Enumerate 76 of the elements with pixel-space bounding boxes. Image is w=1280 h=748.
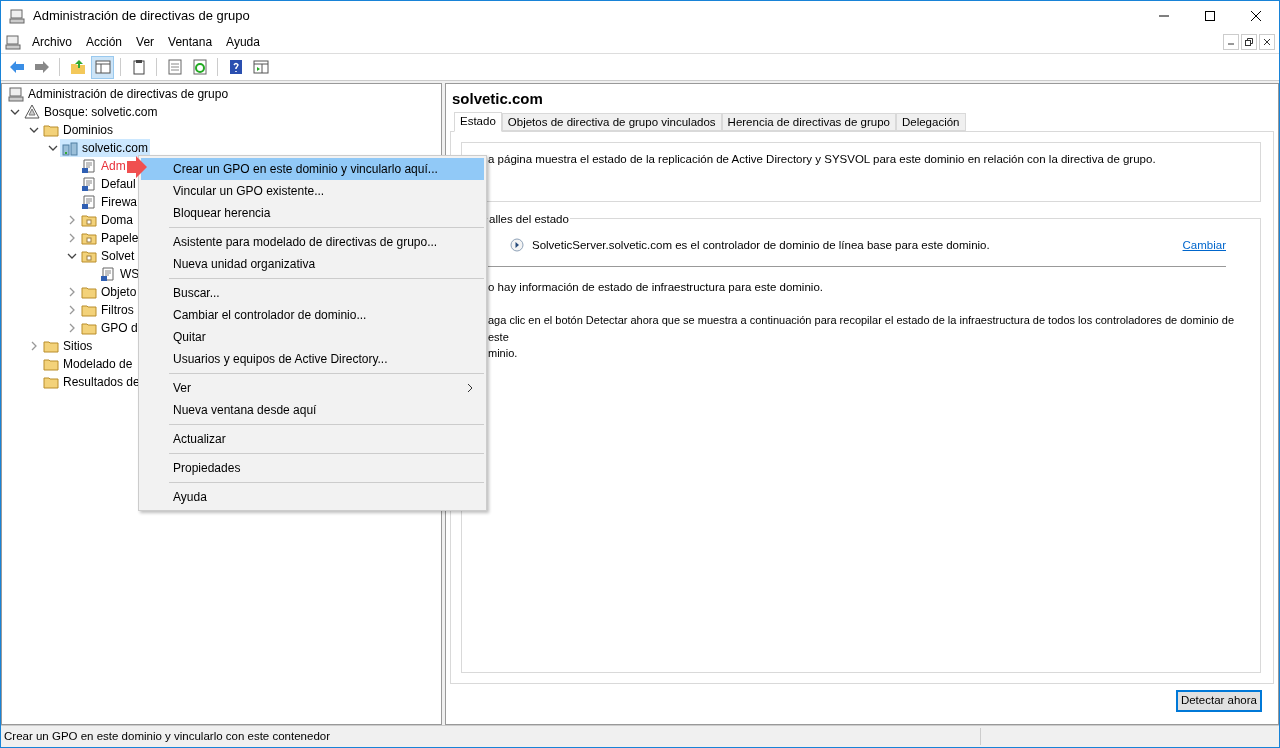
folder-icon <box>81 302 97 318</box>
tree-item[interactable]: Modelado de <box>63 355 133 373</box>
window-title: Administración de directivas de grupo <box>33 7 250 26</box>
menu-item[interactable]: Bloquear herencia <box>141 202 484 224</box>
maximize-icon[interactable] <box>1205 11 1215 21</box>
status-bar-text: Crear un GPO en este dominio y vincularlo con este contenedor <box>1 727 981 746</box>
restore-icon <box>1245 38 1253 46</box>
tab[interactable]: Objetos de directiva de grupo vinculados <box>501 112 722 131</box>
menu-item[interactable]: Propiedades <box>141 457 484 479</box>
policy-document-icon <box>81 176 97 192</box>
menu-item[interactable]: Nueva ventana desde aquí <box>141 399 484 421</box>
menu-item[interactable]: Crear un GPO en este dominio y vincularlo aquí... <box>141 158 484 180</box>
tab[interactable]: Herencia de directivas de grupo <box>721 112 896 131</box>
policy-document-icon <box>81 194 97 210</box>
folder-icon <box>43 338 59 354</box>
tree-item[interactable]: WS <box>120 265 140 283</box>
menu-item[interactable]: Cambiar el controlador de dominio... <box>141 304 484 326</box>
folder-icon <box>81 284 97 300</box>
baseline-text: SolveticServer.solvetic.com es el controlador de dominio de línea base para este dominio. <box>532 237 990 253</box>
menu-item[interactable]: Ayuda <box>141 486 484 508</box>
menu-item[interactable]: Ayuda <box>219 33 267 51</box>
menu-item[interactable]: Vincular un GPO existente... <box>141 180 484 202</box>
close-icon <box>1263 38 1271 46</box>
pane-icon[interactable] <box>91 55 114 79</box>
forest-icon <box>24 104 40 120</box>
tree-item[interactable]: Adm <box>101 157 126 175</box>
tree-item[interactable]: Defaul <box>101 175 136 193</box>
menu-item[interactable]: Usuarios y equipos de Active Directory... <box>141 348 484 370</box>
menu-item[interactable]: Ventana <box>161 33 220 51</box>
restore-button[interactable] <box>1241 34 1257 50</box>
tab[interactable]: Delegación <box>895 112 966 131</box>
folder-icon <box>81 248 97 264</box>
tree-item[interactable]: Bosque: solvetic.com <box>44 103 158 121</box>
close-icon[interactable] <box>1251 11 1261 21</box>
pane-title: solvetic.com <box>451 89 544 109</box>
menu-item[interactable]: Archivo <box>25 33 79 51</box>
folder-icon <box>43 122 59 138</box>
detect-now-button[interactable]: Detectar ahora <box>1175 690 1262 712</box>
folder-icon <box>43 374 59 390</box>
menu-item[interactable]: Actualizar <box>141 428 484 450</box>
menu-item[interactable]: Ver <box>141 377 484 399</box>
tab[interactable]: Estado <box>454 111 502 132</box>
folder-icon <box>43 356 59 372</box>
tree-item[interactable]: Firewa <box>101 193 137 211</box>
menu-item[interactable]: Ver <box>129 33 162 51</box>
expand-icon[interactable] <box>510 238 524 253</box>
console-icon <box>8 86 24 102</box>
chevron-right-icon <box>466 383 474 393</box>
tree-item[interactable]: Administración de directivas de grupo <box>28 85 229 103</box>
tree-item[interactable]: Papele <box>101 229 139 247</box>
change-link[interactable]: Cambiar <box>1182 236 1226 254</box>
menu-item[interactable]: Acción <box>79 33 130 51</box>
app-icon <box>9 8 25 24</box>
folder-icon <box>81 230 97 246</box>
close-button[interactable] <box>1259 34 1275 50</box>
tree-item[interactable]: GPO d <box>101 319 138 337</box>
tree-item[interactable]: Solvet <box>101 247 135 265</box>
tree-item[interactable]: Sitios <box>63 337 93 355</box>
menu-item[interactable]: Nueva unidad organizativa <box>141 253 484 275</box>
description-text: a página muestra el estado de la replicación de Active Directory y SYSVOL para este dominio en relación con la directiva de grupo. <box>488 152 1156 165</box>
menu-item[interactable]: Asistente para modelado de directivas de grupo... <box>141 231 484 253</box>
folder-icon <box>81 212 97 228</box>
menu-item[interactable]: Buscar... <box>141 282 484 304</box>
folder-icon <box>81 320 97 336</box>
status-message: o hay información de estado de infraestructura para este dominio. <box>488 279 824 295</box>
domain-icon <box>62 140 78 156</box>
policy-document-icon <box>100 266 116 282</box>
tree-item[interactable]: Dominios <box>63 121 113 139</box>
console-icon <box>5 34 21 50</box>
tree-item[interactable]: Objeto <box>101 283 137 301</box>
menu-item[interactable]: Quitar <box>141 326 484 348</box>
tree-item[interactable]: Filtros <box>101 301 134 319</box>
instruction-text: minio. <box>488 346 519 361</box>
pointer-arrow <box>127 156 147 178</box>
tree-item[interactable]: Doma <box>101 211 133 229</box>
policy-document-icon <box>81 158 97 174</box>
